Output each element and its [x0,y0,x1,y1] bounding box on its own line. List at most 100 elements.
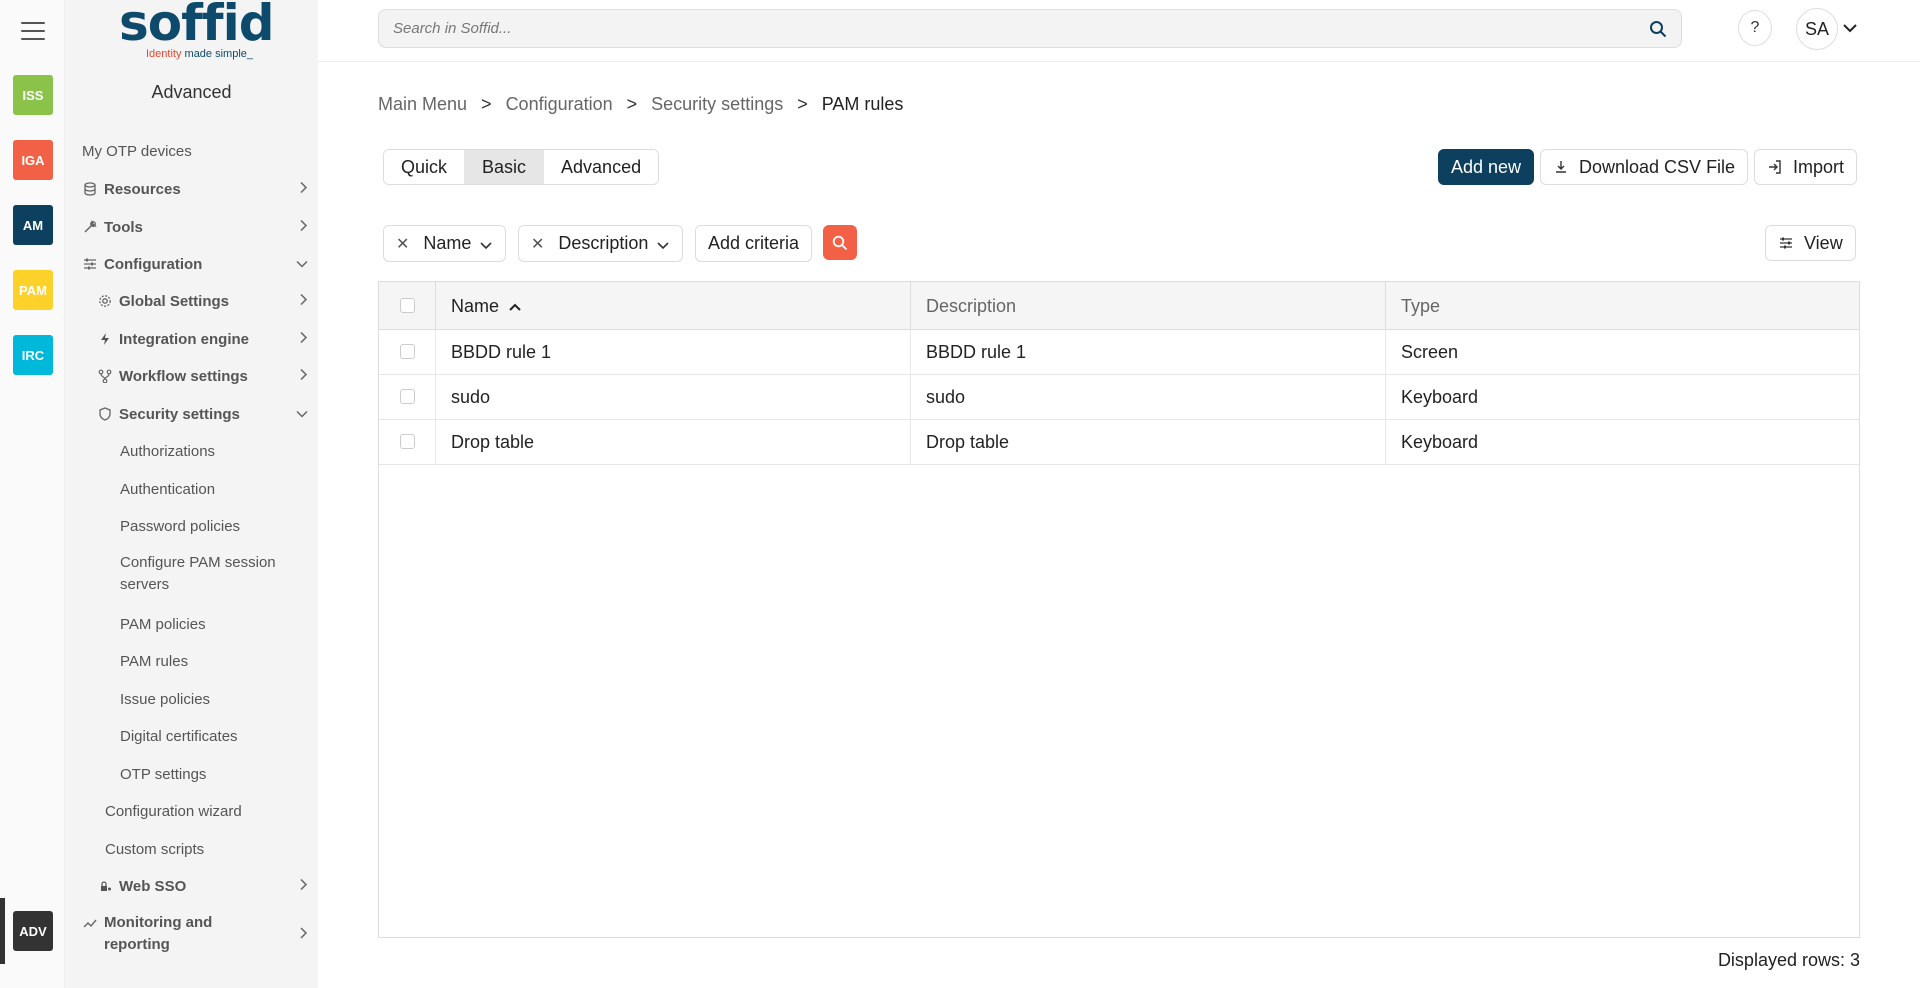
sidebar-item-configuration-wizard[interactable]: Configuration wizard [105,801,318,821]
run-search-button[interactable] [823,225,857,260]
sidebar-item-authorizations[interactable]: Authorizations [120,441,318,461]
app-am-button[interactable]: AM [13,205,53,245]
filter-description-label: Description [558,233,649,253]
breadcrumb-security-settings[interactable]: Security settings [651,94,783,115]
sidebar-item-label: Authorizations [120,442,216,460]
app-iga-button[interactable]: IGA [13,140,53,180]
sidebar-item-label: My OTP devices [82,142,192,160]
tab-quick[interactable]: Quick [384,150,466,184]
sidebar-item-label: Workflow settings [119,367,248,385]
row-select-cell [379,330,436,375]
tab-advanced[interactable]: Advanced [544,150,659,184]
breadcrumb-current-page: PAM rules [821,94,904,114]
sidebar-item-integration-engine[interactable]: Integration engine [97,328,318,350]
table-row[interactable]: Drop table Drop table Keyboard [379,420,1859,465]
download-csv-button[interactable]: Download CSV File [1540,149,1749,185]
row-checkbox[interactable] [400,389,415,404]
sidebar-item-label: Web SSO [119,877,187,895]
column-header-type[interactable]: Type [1386,282,1859,330]
app-rail: ISS IGA AM PAM IRC ADV [0,0,65,988]
cell-description: Drop table [911,420,1386,465]
wrench-icon [82,219,98,235]
add-criteria-button[interactable]: Add criteria [695,225,813,262]
sidebar-item-label: Authentication [120,480,216,498]
table-row[interactable]: BBDD rule 1 BBDD rule 1 Screen [379,330,1859,375]
table-row[interactable]: sudo sudo Keyboard [379,375,1859,420]
sidebar-item-security-settings[interactable]: Security settings [97,403,318,425]
logo-wordmark: soffid [119,0,275,52]
sidebar-item-workflow-settings[interactable]: Workflow settings [97,365,318,387]
column-header-description[interactable]: Description [911,282,1386,330]
column-header-name[interactable]: Name [436,282,911,330]
app-irc-button[interactable]: IRC [13,335,53,375]
user-avatar[interactable]: SA [1796,8,1838,50]
sidebar-item-label: OTP settings [120,765,207,783]
breadcrumb-main-menu[interactable]: Main Menu [378,94,467,115]
sidebar-item-global-settings[interactable]: Global Settings [97,290,318,312]
sidebar-item-monitoring-and-reporting[interactable]: Monitoring and reporting [82,912,318,958]
cell-type: Keyboard [1401,387,1479,407]
sidebar-item-pam-policies[interactable]: PAM policies [120,614,318,634]
hamburger-menu-icon[interactable] [21,22,45,40]
app-adv-button[interactable]: ADV [13,911,53,951]
sidebar-item-authentication[interactable]: Authentication [120,479,318,499]
chevron-down-icon[interactable] [1842,20,1858,36]
cell-description: sudo [911,375,1386,420]
filter-description[interactable]: ✕ Description [518,225,684,262]
sidebar-item-pam-rules[interactable]: PAM rules [120,651,318,671]
sidebar-item-password-policies[interactable]: Password policies [120,516,318,536]
import-icon [1767,159,1783,175]
app-iss-button[interactable]: ISS [13,75,53,115]
sidebar-item-tools[interactable]: Tools [82,216,318,238]
sidebar-item-label: Issue policies [120,690,211,708]
filter-name-label: Name [423,233,472,253]
app-pam-button[interactable]: PAM [13,270,53,310]
sidebar-item-label: Digital certificates [120,727,238,745]
tab-basic[interactable]: Basic [465,150,545,184]
row-checkbox[interactable] [400,344,415,359]
sidebar-item-label: Tools [104,218,143,236]
filter-name[interactable]: ✕ Name [383,225,507,262]
cell-name: BBDD rule 1 [436,330,911,375]
sidebar-item-label: PAM policies [120,615,206,633]
sidebar-item-custom-scripts[interactable]: Custom scripts [105,839,318,859]
import-button[interactable]: Import [1754,149,1858,185]
sidebar-item-label: Monitoring and reporting [104,914,213,953]
add-new-label: Add new [1451,156,1522,177]
sidebar-item-configure-pam-session-servers[interactable]: Configure PAM session servers [120,552,290,598]
database-icon [82,181,98,197]
search-input[interactable] [391,19,1631,38]
tagline-part-1: Identity [146,48,182,60]
chevron-right-icon [298,219,308,236]
sidebar-item-digital-certificates[interactable]: Digital certificates [120,726,318,746]
sliders-icon [1778,235,1794,251]
sidebar-item-label: Custom scripts [105,840,205,858]
breadcrumb-configuration[interactable]: Configuration [506,94,613,115]
row-select-cell [379,420,436,465]
chevron-right-icon [298,293,308,310]
sidebar-item-configuration[interactable]: Configuration [82,253,318,275]
sidebar-item-issue-policies[interactable]: Issue policies [120,689,318,709]
download-csv-label: Download CSV File [1579,156,1736,177]
row-checkbox[interactable] [400,434,415,449]
sidebar-item-otp-settings[interactable]: OTP settings [120,764,318,784]
close-icon[interactable]: ✕ [396,234,409,254]
breadcrumb-separator: > [797,94,808,114]
add-new-button[interactable]: Add new [1438,149,1535,185]
workflow-icon [97,368,113,384]
sidebar-item-resources[interactable]: Resources [82,178,318,200]
sidebar-item-web-sso[interactable]: Web SSO [97,875,318,897]
help-button[interactable]: ? [1738,10,1772,46]
chevron-right-icon [298,368,308,385]
cell-type: Keyboard [1401,432,1479,452]
select-all-cell [379,282,436,330]
view-button[interactable]: View [1765,225,1856,261]
chart-line-icon [82,915,98,931]
sidebar-item-my-otp-devices[interactable]: My OTP devices [82,141,318,161]
search-icon[interactable] [1649,20,1667,38]
close-icon[interactable]: ✕ [531,234,544,254]
chevron-down-icon [479,237,493,251]
download-icon [1553,159,1569,175]
select-all-checkbox[interactable] [400,298,415,313]
sidebar-title: Advanced [151,82,232,102]
